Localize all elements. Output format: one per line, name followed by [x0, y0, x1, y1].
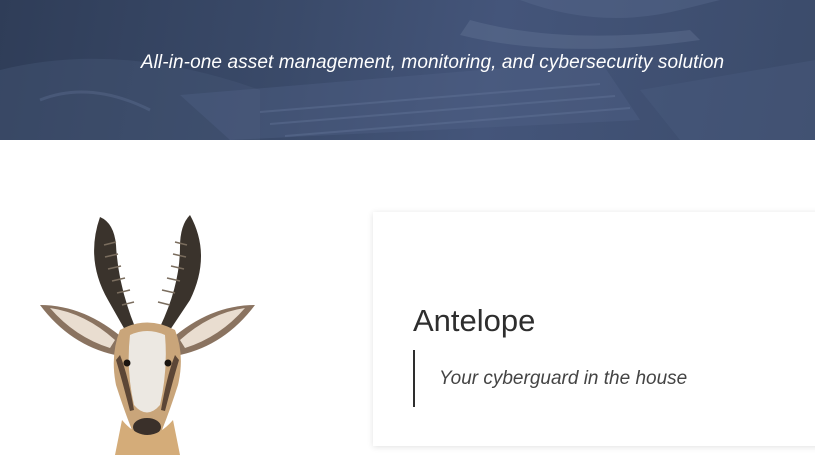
product-quote-text: Your cyberguard in the house: [439, 367, 688, 389]
product-quote: Your cyberguard in the house: [413, 350, 687, 407]
hero-tagline: All-in-one asset management, monitoring,…: [140, 52, 725, 73]
antelope-logo: [30, 205, 265, 455]
antelope-head-icon: [40, 215, 255, 455]
product-title: Antelope: [413, 302, 536, 338]
product-card: Antelope Your cyberguard in the house: [373, 212, 815, 446]
hero-banner: All-in-one asset management, monitoring,…: [0, 0, 815, 140]
